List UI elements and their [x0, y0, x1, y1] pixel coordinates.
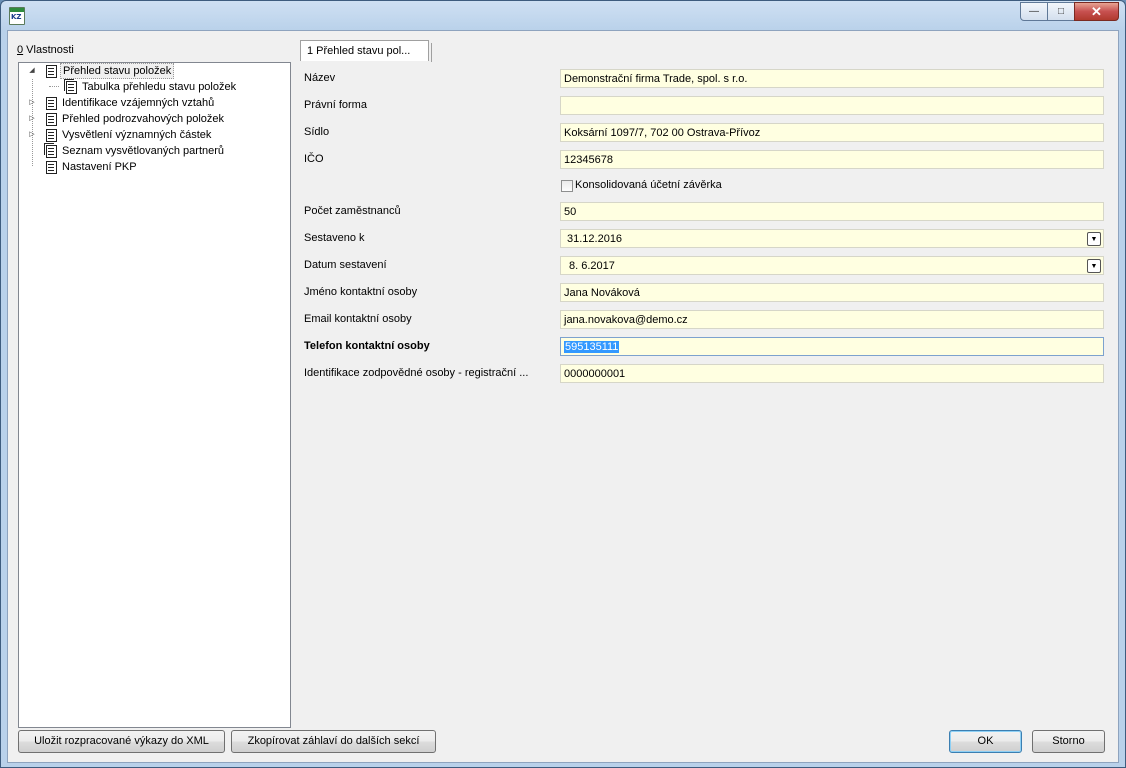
- tree-item-nastaveni-pkp[interactable]: Nastavení PKP: [19, 159, 279, 175]
- tree-item-label: Seznam vysvětlovaných partnerů: [62, 145, 225, 157]
- tree-item-tabulka-prehledu[interactable]: Tabulka přehledu stavu položek: [19, 79, 279, 95]
- field-label: Jméno kontaktní osoby: [304, 286, 418, 298]
- expand-icon[interactable]: ▷: [28, 111, 36, 127]
- field-label: Počet zaměstnanců: [304, 205, 401, 217]
- field-label: Datum sestavení: [304, 259, 387, 271]
- form-row-datum-sestaveni: Datum sestavení 8. 6.2017 ▼: [304, 256, 1106, 277]
- date-value: 31.12.2016: [567, 233, 623, 245]
- document-icon: [46, 97, 57, 110]
- document-icon: [46, 129, 57, 142]
- tree-item-vysvetleni[interactable]: ▷ Vysvětlení významných částek: [19, 127, 279, 143]
- tree-item-label: Tabulka přehledu stavu položek: [82, 81, 237, 93]
- dialog-client-area: 0 Vlastnosti ◢ Přehled stavu položek Tab…: [7, 30, 1119, 763]
- tree-item-identifikace[interactable]: ▷ Identifikace vzájemných vztahů: [19, 95, 279, 111]
- ok-button[interactable]: OK: [949, 730, 1022, 753]
- form-row-identifikace-zodpovedne-osoby: Identifikace zodpovědné osoby - registra…: [304, 364, 1106, 385]
- telefon-kontaktni-osoby-field[interactable]: 595135111: [560, 337, 1104, 356]
- form-row-ico: IČO 12345678: [304, 150, 1106, 171]
- tree-item-label: Nastavení PKP: [62, 161, 137, 173]
- copy-header-button[interactable]: Zkopírovat záhlaví do dalších sekcí: [231, 730, 436, 753]
- datum-sestaveni-date-picker[interactable]: 8. 6.2017 ▼: [560, 256, 1104, 275]
- document-icon: [46, 161, 57, 174]
- pocet-zamestnancu-field[interactable]: 50: [560, 202, 1104, 221]
- field-label: IČO: [304, 153, 324, 165]
- app-icon: KZ: [9, 7, 25, 25]
- ico-field[interactable]: 12345678: [560, 150, 1104, 169]
- email-kontaktni-osoby-field[interactable]: jana.novakova@demo.cz: [560, 310, 1104, 329]
- field-label: Sídlo: [304, 126, 330, 138]
- maximize-button[interactable]: □: [1047, 2, 1075, 21]
- jmeno-kontaktni-osoby-field[interactable]: Jana Nováková: [560, 283, 1104, 302]
- documents-icon: [44, 143, 57, 158]
- form-row-telefon-kontaktni-osoby: Telefon kontaktní osoby 595135111: [304, 337, 1106, 358]
- form-row-jmeno-kontaktni-osoby: Jméno kontaktní osoby Jana Nováková: [304, 283, 1106, 304]
- form-row-sidlo: Sídlo Koksární 1097/7, 702 00 Ostrava-Př…: [304, 123, 1106, 144]
- form-row-pocet-zamestnancu: Počet zaměstnanců 50: [304, 202, 1106, 223]
- close-icon: ✕: [1091, 3, 1102, 19]
- tab-prehled-stavu[interactable]: 1 Přehled stavu pol...: [300, 40, 432, 62]
- selected-text: 595135111: [564, 341, 620, 353]
- identifikace-zodpovedne-osoby-field[interactable]: 0000000001: [560, 364, 1104, 383]
- tree-item-label: Identifikace vzájemných vztahů: [62, 97, 215, 109]
- title-bar[interactable]: KZ — □ ✕: [1, 1, 1125, 29]
- tree-item-label: Vysvětlení významných částek: [62, 129, 212, 141]
- form-row-nazev: Název Demonstrační firma Trade, spol. s …: [304, 69, 1106, 90]
- date-value: 8. 6.2017: [569, 260, 615, 272]
- field-label: Název: [304, 72, 336, 84]
- nazev-field[interactable]: Demonstrační firma Trade, spol. s r.o.: [560, 69, 1104, 88]
- section-tree[interactable]: ◢ Přehled stavu položek Tabulka přehledu…: [18, 62, 291, 728]
- document-icon: [46, 113, 57, 126]
- save-xml-button[interactable]: Uložit rozpracované výkazy do XML: [18, 730, 225, 753]
- tree-item-label: Přehled podrozvahových položek: [62, 113, 225, 125]
- tree-item-seznam-partneru[interactable]: Seznam vysvětlovaných partnerů: [19, 143, 279, 159]
- minimize-button[interactable]: —: [1020, 2, 1048, 21]
- field-label: Telefon kontaktní osoby: [304, 340, 430, 352]
- caption-buttons: — □ ✕: [1020, 2, 1119, 21]
- tree-item-label: Přehled stavu položek: [60, 63, 175, 79]
- tree-item-podrozvahove[interactable]: ▷ Přehled podrozvahových položek: [19, 111, 279, 127]
- field-label: Email kontaktní osoby: [304, 313, 412, 325]
- field-label: Identifikace zodpovědné osoby - registra…: [304, 367, 529, 379]
- dropdown-arrow-icon[interactable]: ▼: [1087, 259, 1101, 273]
- pravni-forma-field[interactable]: [560, 96, 1104, 115]
- form-row-pravni-forma: Právní forma: [304, 96, 1106, 117]
- minimize-icon: —: [1029, 6, 1039, 17]
- form-row-sestaveno-k: Sestaveno k 31.12.2016 ▼: [304, 229, 1106, 250]
- properties-label-text: Vlastnosti: [23, 44, 74, 56]
- dropdown-arrow-icon[interactable]: ▼: [1087, 232, 1101, 246]
- field-label: Sestaveno k: [304, 232, 365, 244]
- sidlo-field[interactable]: Koksární 1097/7, 702 00 Ostrava-Přívoz: [560, 123, 1104, 142]
- dialog-window: KZ — □ ✕ 0 Vlastnosti ◢ Přehled stavu po…: [0, 0, 1126, 768]
- properties-label: 0 Vlastnosti: [17, 44, 74, 56]
- consolidated-checkbox[interactable]: [561, 180, 573, 192]
- tree-item-prehled-stavu[interactable]: ◢ Přehled stavu položek: [19, 63, 279, 79]
- form-row-email-kontaktni-osoby: Email kontaktní osoby jana.novakova@demo…: [304, 310, 1106, 331]
- cancel-button[interactable]: Storno: [1032, 730, 1105, 753]
- maximize-icon: □: [1057, 6, 1065, 17]
- collapse-icon[interactable]: ◢: [28, 63, 36, 79]
- sestaveno-k-date-picker[interactable]: 31.12.2016 ▼: [560, 229, 1104, 248]
- expand-icon[interactable]: ▷: [28, 95, 36, 111]
- expand-icon[interactable]: ▷: [28, 127, 36, 143]
- document-icon: [46, 65, 57, 78]
- consolidated-checkbox-label: Konsolidovaná účetní závěrka: [575, 179, 722, 191]
- documents-icon: [64, 79, 77, 94]
- close-button[interactable]: ✕: [1074, 2, 1119, 21]
- field-label: Právní forma: [304, 99, 367, 111]
